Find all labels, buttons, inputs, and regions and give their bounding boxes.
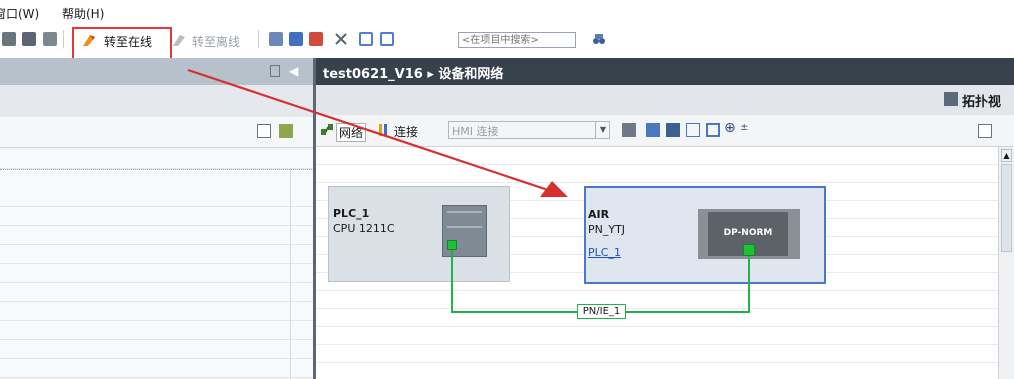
annotation-arrow-line bbox=[187, 68, 549, 192]
subnet-label[interactable]: PN/IE_1 bbox=[577, 304, 626, 319]
subnet-line-left[interactable] bbox=[451, 250, 577, 313]
network-connections-layer bbox=[187, 68, 750, 313]
subnet-line-right[interactable] bbox=[626, 256, 750, 313]
